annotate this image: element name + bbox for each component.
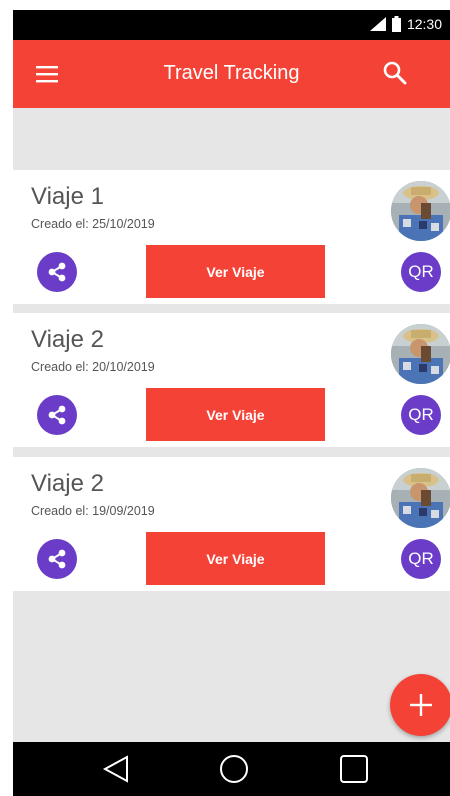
search-button[interactable] — [382, 60, 408, 86]
avatar[interactable] — [391, 324, 450, 384]
recents-icon — [340, 755, 368, 783]
trip-card: Viaje 2 Creado el: 20/10/2019 Ver Viaje … — [13, 313, 450, 447]
home-button[interactable] — [219, 754, 249, 789]
share-button[interactable] — [37, 252, 77, 292]
avatar-photo — [391, 324, 450, 384]
qr-button[interactable]: QR — [401, 395, 441, 435]
battery-icon — [391, 16, 401, 32]
share-icon — [48, 405, 66, 425]
trip-created-date: Creado el: 25/10/2019 — [31, 217, 155, 231]
status-icons: 12:30 — [369, 16, 442, 32]
share-button[interactable] — [37, 539, 77, 579]
back-icon — [102, 755, 128, 783]
home-icon — [220, 755, 248, 783]
trip-card: Viaje 2 Creado el: 19/09/2019 Ver Viaje … — [13, 457, 450, 591]
search-icon — [383, 61, 407, 85]
status-time: 12:30 — [406, 16, 442, 32]
add-trip-button[interactable] — [390, 674, 450, 736]
trip-list[interactable]: Viaje 1 Creado el: 25/10/2019 Ver Viaje … — [13, 108, 450, 742]
plus-icon — [410, 694, 432, 716]
share-icon — [48, 549, 66, 569]
status-bar: 12:30 — [13, 10, 450, 40]
trip-title: Viaje 1 — [31, 183, 104, 210]
avatar-photo — [391, 468, 450, 528]
trip-title: Viaje 2 — [31, 470, 104, 497]
app-bar: Travel Tracking — [13, 40, 450, 108]
navigation-bar — [13, 742, 450, 796]
view-trip-button[interactable]: Ver Viaje — [146, 245, 325, 298]
view-trip-button[interactable]: Ver Viaje — [146, 388, 325, 441]
back-button[interactable] — [101, 754, 131, 789]
avatar[interactable] — [391, 181, 450, 241]
trip-card: Viaje 1 Creado el: 25/10/2019 Ver Viaje … — [13, 170, 450, 304]
trip-title: Viaje 2 — [31, 326, 104, 353]
qr-button[interactable]: QR — [401, 539, 441, 579]
avatar[interactable] — [391, 468, 450, 528]
signal-icon — [369, 17, 386, 31]
share-icon — [48, 262, 66, 282]
recents-button[interactable] — [339, 754, 369, 789]
trip-created-date: Creado el: 19/09/2019 — [31, 504, 155, 518]
trip-created-date: Creado el: 20/10/2019 — [31, 360, 155, 374]
qr-button[interactable]: QR — [401, 252, 441, 292]
avatar-photo — [391, 181, 450, 241]
share-button[interactable] — [37, 395, 77, 435]
view-trip-button[interactable]: Ver Viaje — [146, 532, 325, 585]
